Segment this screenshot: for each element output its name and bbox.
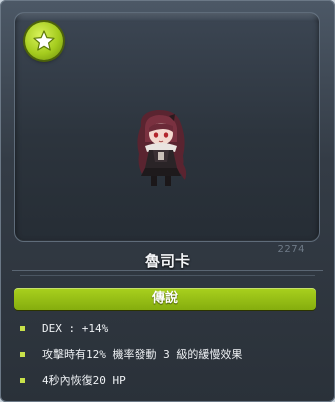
effect-item: 4秒內恢復20 HP	[20, 372, 320, 398]
effect-text: 4秒內恢復20 HP	[42, 374, 126, 387]
divider	[20, 275, 315, 276]
square-bullet-icon	[20, 378, 25, 383]
effect-text: 攻擊時有12% 機率發動 3 級的緩慢效果	[42, 348, 243, 361]
square-bullet-icon	[20, 326, 25, 331]
divider	[12, 270, 323, 271]
pet-character-image	[137, 109, 187, 186]
star-icon	[25, 22, 63, 60]
effect-item: 攻擊時有12% 機率發動 3 級的緩慢效果	[20, 346, 320, 372]
effect-item: DEX : +14%	[20, 320, 320, 346]
pet-tooltip-panel: 2274 魯司卡 傳說 DEX : +14% 攻擊時有12% 機率發動 3 級的…	[0, 0, 335, 402]
pet-name: 魯司卡	[144, 252, 190, 270]
square-bullet-icon	[20, 352, 25, 357]
rarity-badge: 傳說	[14, 288, 316, 310]
effect-list: DEX : +14% 攻擊時有12% 機率發動 3 級的緩慢效果 4秒內恢復20…	[20, 320, 320, 398]
effect-text: DEX : +14%	[42, 322, 109, 335]
